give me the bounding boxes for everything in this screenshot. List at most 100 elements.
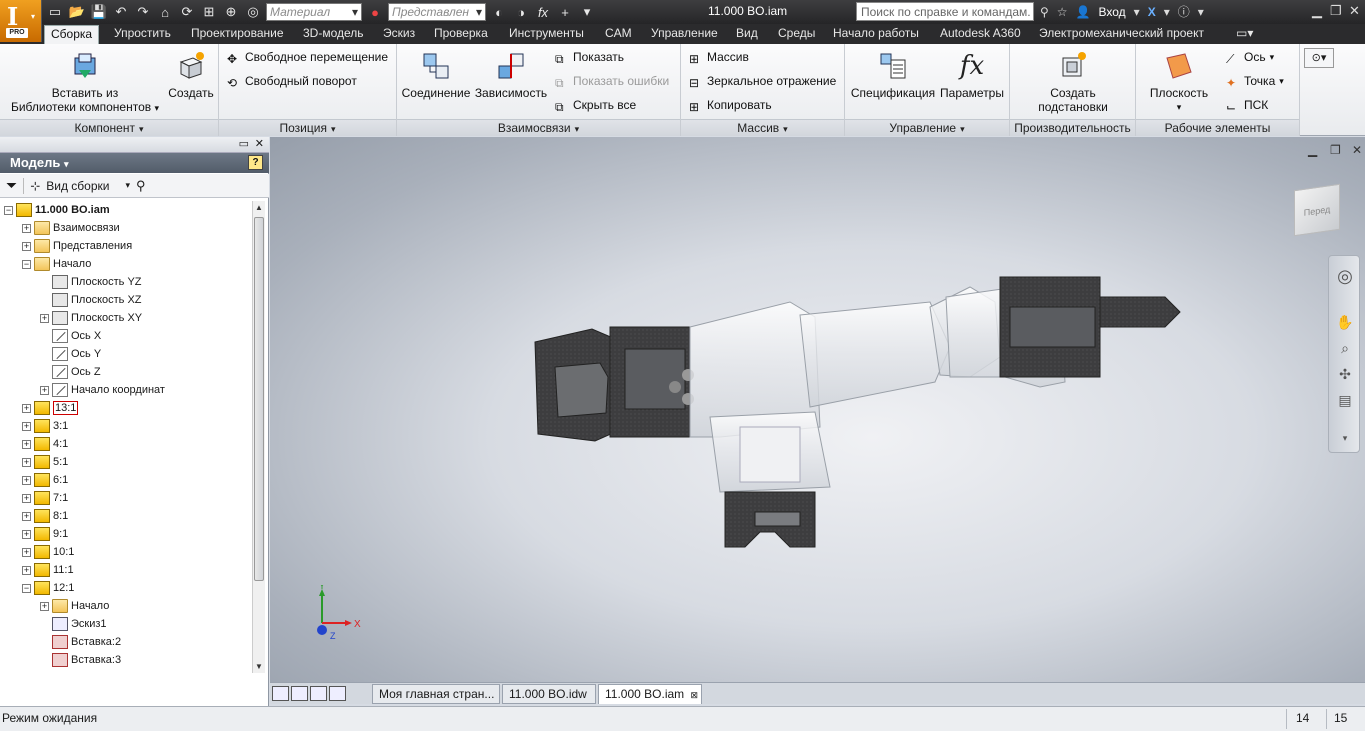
expand-icon[interactable]: + (22, 511, 31, 521)
expand-icon[interactable]: + (22, 457, 31, 467)
tab-manage[interactable]: Управление (651, 25, 718, 44)
select-icon[interactable]: ⊞ (200, 3, 218, 21)
expand-icon[interactable]: + (22, 403, 31, 413)
tree-node[interactable]: Плоскость YZ (40, 273, 142, 291)
tree-node[interactable]: +3:1 (22, 417, 68, 435)
plus-icon[interactable]: + (556, 3, 574, 21)
browser-header[interactable]: Модель ▾ ? (0, 153, 269, 173)
expand-icon[interactable]: + (22, 223, 31, 233)
tree-node[interactable]: Эскиз1 (40, 615, 107, 633)
collapse-icon[interactable]: − (22, 583, 31, 593)
material-select[interactable]: Материал (266, 3, 362, 21)
tree-node[interactable]: − 11.000 BO.iam (4, 201, 110, 219)
clear-appearance-icon[interactable]: ◑ (512, 3, 530, 21)
tree-node[interactable]: +11:1 (22, 561, 74, 579)
panel-title-manage[interactable]: Управление ▾ (845, 119, 1009, 136)
fx-icon[interactable]: fx (534, 3, 552, 21)
appearance-select[interactable]: Представлен (388, 3, 486, 21)
tab-sketch[interactable]: Эскиз (383, 25, 415, 44)
tree-node[interactable]: +5:1 (22, 453, 68, 471)
pattern-button[interactable]: ⊞ Массив (689, 48, 749, 66)
tree-node[interactable]: + Взаимосвязи (22, 219, 120, 237)
adjust-appearance-icon[interactable]: ◐ (490, 3, 508, 21)
ucs-button[interactable]: ⌙ ПСК (1226, 96, 1268, 114)
tree-node[interactable]: + Плоскость XY (40, 309, 142, 327)
create-substitutes-button[interactable]: Создать подстановки (1030, 50, 1116, 114)
tree-node[interactable]: Ось Y (40, 345, 101, 363)
filter-icon[interactable]: ⏷ (6, 177, 17, 194)
expand-icon[interactable]: + (22, 529, 31, 539)
doc-tab-idw[interactable]: 11.000 BO.idw (502, 684, 596, 704)
chevron-down-icon[interactable]: ▾ (125, 180, 130, 191)
panel-title-pattern[interactable]: Массив ▾ (681, 119, 844, 136)
expand-icon[interactable]: + (22, 547, 31, 557)
doc-tab-iam[interactable]: 11.000 BO.iam ⊠ (598, 684, 702, 704)
tab-view[interactable]: Вид (736, 25, 758, 44)
collapse-icon[interactable]: − (22, 259, 31, 269)
free-rotate-button[interactable]: ⟲ Свободный поворот (227, 72, 357, 90)
help-icon[interactable]: ? (248, 155, 263, 170)
tab-assemble[interactable]: Сборка (44, 25, 100, 44)
tree-node[interactable]: Плоскость XZ (40, 291, 142, 309)
zoom-icon[interactable]: ⌕ (1335, 338, 1355, 358)
close-tab-icon[interactable]: ⊠ (691, 690, 699, 700)
color-wheel-icon[interactable]: ◎ (244, 3, 262, 21)
show-errors-button[interactable]: ⧉ Показать ошибки (555, 72, 669, 90)
tree-node[interactable]: +4:1 (22, 435, 68, 453)
bom-button[interactable]: Спецификация (849, 50, 937, 100)
point-button[interactable]: ✦ Точка ▾ (1226, 72, 1284, 90)
look-at-icon[interactable]: ▤ (1335, 390, 1355, 410)
expand-icon[interactable]: + (22, 421, 31, 431)
binoculars-icon[interactable]: ⚲ (1040, 5, 1049, 19)
expand-icon[interactable]: + (22, 475, 31, 485)
tab-simplify[interactable]: Упростить (114, 25, 171, 44)
tab-inspect[interactable]: Проверка (434, 25, 488, 44)
expand-icon[interactable]: + (22, 493, 31, 503)
tile-vertical-icon[interactable] (329, 686, 346, 701)
restore-icon[interactable]: ❐ (1330, 3, 1342, 19)
update-icon[interactable]: ⟳ (178, 3, 196, 21)
parameters-button[interactable]: fx Параметры (939, 50, 1005, 100)
panel-title-relationships[interactable]: Взаимосвязи ▾ (397, 119, 680, 136)
graphics-viewport[interactable]: ▁ ❐ ✕ Перед ◎ ✋ ⌕ ✣ ▤ ▾ Y X Z (270, 137, 1365, 682)
plane-button[interactable]: Плоскость ▾ (1146, 50, 1212, 114)
chevron-down-icon[interactable]: ▾ (1198, 5, 1204, 19)
mirror-button[interactable]: ⊟ Зеркальное отражение (689, 72, 836, 90)
expand-icon[interactable]: + (22, 439, 31, 449)
copy-button[interactable]: ⊞ Копировать (689, 96, 772, 114)
chevron-down-icon[interactable]: ▾ (1134, 5, 1140, 19)
new-file-icon[interactable]: ▭ (46, 3, 64, 21)
customize-qat-icon[interactable]: ▾ (578, 3, 596, 21)
save-icon[interactable]: 💾 (90, 3, 108, 21)
tree-node[interactable]: Ось X (40, 327, 101, 345)
tree-node[interactable]: + Представления (22, 237, 132, 255)
tree-node[interactable]: Ось Z (40, 363, 101, 381)
assembly-model-3d[interactable] (270, 137, 1365, 682)
expand-icon[interactable]: + (22, 565, 31, 575)
steering-wheel-icon[interactable]: ◎ (1335, 266, 1355, 286)
tree-node[interactable]: − Начало (22, 255, 91, 273)
minimize-icon[interactable]: ▁ (1312, 3, 1322, 19)
viewcube[interactable]: Перед (1294, 183, 1340, 237)
ribbon-expand-button[interactable]: ⊙▾ (1304, 48, 1334, 68)
tab-3d-model[interactable]: 3D-модель (303, 25, 364, 44)
exchange-icon[interactable]: X (1148, 5, 1156, 19)
doc-tab-home[interactable]: Моя главная стран... (372, 684, 500, 704)
tab-a360[interactable]: Autodesk A360 (940, 25, 1021, 44)
constraint-button[interactable]: Зависимость (473, 50, 549, 100)
tab-cam[interactable]: CAM (605, 25, 632, 44)
tree-node[interactable]: +10:1 (22, 543, 74, 561)
pan-hand-icon[interactable]: ✋ (1335, 312, 1355, 332)
tab-tools[interactable]: Инструменты (509, 25, 584, 44)
star-icon[interactable]: ☆ (1057, 5, 1068, 19)
tab-environments[interactable]: Среды (778, 25, 815, 44)
panel-minimize-icon[interactable]: ▭ (239, 137, 249, 150)
tile-horizontal-icon[interactable] (310, 686, 327, 701)
place-from-library-button[interactable]: Вставить из Библиотеки компонентов ▾ (10, 50, 160, 115)
panel-title-component[interactable]: Компонент ▾ (0, 119, 218, 136)
user-icon[interactable]: 👤 (1076, 5, 1091, 19)
tree-node[interactable]: + Начало (40, 597, 109, 615)
chevron-down-icon[interactable]: ▾ (1164, 5, 1170, 19)
scrollbar-thumb[interactable] (254, 217, 264, 581)
redo-icon[interactable]: ↷ (134, 3, 152, 21)
